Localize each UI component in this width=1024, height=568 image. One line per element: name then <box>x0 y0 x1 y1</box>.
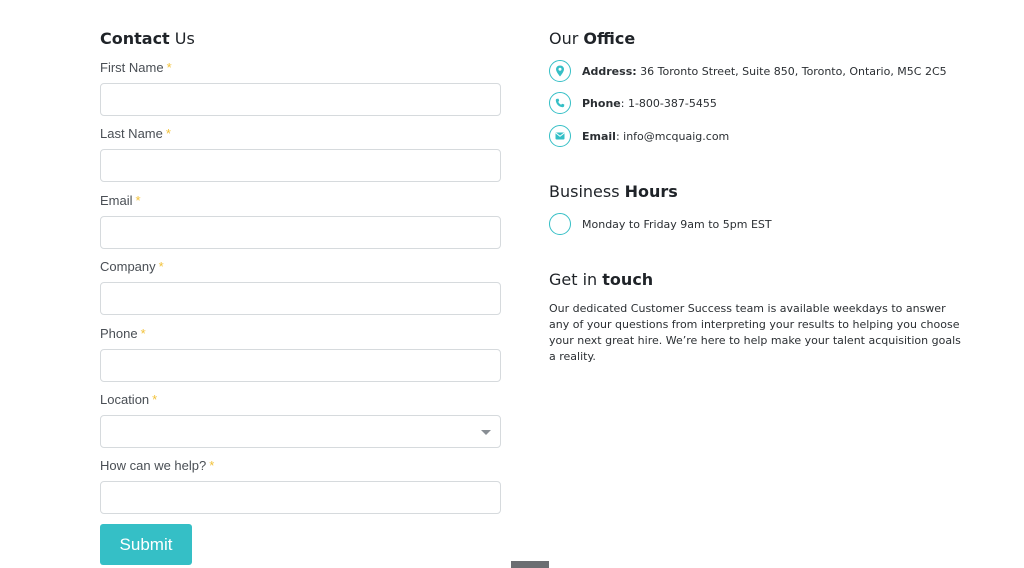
touch-title-prefix: Get in <box>549 270 603 289</box>
hours-title: Business Hours <box>549 181 678 203</box>
email-value: : info@mcquaig.com <box>615 129 730 143</box>
email-label: Email * <box>100 193 501 209</box>
phone-input[interactable] <box>100 349 501 382</box>
phone-label: Phone * <box>100 326 501 342</box>
required-asterisk: * <box>166 60 172 75</box>
form-title-rest: Us <box>169 29 195 48</box>
required-asterisk: * <box>140 326 146 341</box>
contact-form: Contact Us First Name * Last Name * Email *… <box>100 28 501 565</box>
hours-title-prefix: Business <box>549 182 625 201</box>
phone-label-text: Phone <box>100 326 138 341</box>
office-title-bold: Office <box>583 29 636 48</box>
touch-title-bold: touch <box>602 270 654 289</box>
first-name-field: First Name * <box>100 60 501 116</box>
office-title-prefix: Our <box>549 29 584 48</box>
clock-icon <box>549 213 571 235</box>
form-title-bold: Contact <box>100 29 170 48</box>
phone-row: Phone: 1-800-387-5455 <box>549 91 717 115</box>
last-name-label: Last Name * <box>100 126 501 142</box>
phone-label: Phone <box>582 96 621 110</box>
hours-title-bold: Hours <box>624 182 678 201</box>
help-label: How can we help? * <box>100 458 501 474</box>
email-field: Email * <box>100 193 501 249</box>
email-label: Email <box>582 129 616 143</box>
email-text: Email: info@mcquaig.com <box>582 130 729 143</box>
address-row: Address: 36 Toronto Street, Suite 850, T… <box>549 59 947 83</box>
help-label-text: How can we help? <box>100 458 207 473</box>
touch-description: Our dedicated Customer Success team is a… <box>549 302 961 363</box>
email-row: Email: info@mcquaig.com <box>549 124 729 148</box>
required-asterisk: * <box>158 259 164 274</box>
last-name-label-text: Last Name <box>100 126 163 141</box>
location-label: Location * <box>100 392 501 408</box>
help-field: How can we help? * <box>100 458 501 514</box>
last-name-input[interactable] <box>100 149 501 182</box>
email-label-text: Email <box>100 193 133 208</box>
address-value: 36 Toronto Street, Suite 850, Toronto, O… <box>636 64 947 78</box>
company-label-text: Company <box>100 259 156 274</box>
first-name-input[interactable] <box>100 83 501 116</box>
required-asterisk: * <box>165 126 171 141</box>
email-input[interactable] <box>100 216 501 249</box>
location-select[interactable] <box>100 415 501 448</box>
contact-page: Contact Us First Name * Last Name * Email *… <box>0 0 1024 568</box>
required-asterisk: * <box>135 193 141 208</box>
company-label: Company * <box>100 259 501 275</box>
required-asterisk: * <box>152 392 158 407</box>
map-pin-icon <box>549 60 571 82</box>
first-name-label: First Name * <box>100 60 501 76</box>
phone-value: : 1-800-387-5455 <box>620 96 717 110</box>
touch-title: Get in touch <box>549 269 653 291</box>
location-field: Location * <box>100 392 501 448</box>
form-title: Contact Us <box>100 28 501 50</box>
help-input[interactable] <box>100 481 501 514</box>
company-field: Company * <box>100 259 501 315</box>
address-text: Address: 36 Toronto Street, Suite 850, T… <box>582 65 947 78</box>
required-asterisk: * <box>209 458 215 473</box>
chevron-down-icon <box>481 430 491 435</box>
phone-text: Phone: 1-800-387-5455 <box>582 97 717 110</box>
hours-text: Monday to Friday 9am to 5pm EST <box>582 217 772 231</box>
scroll-to-top-tab[interactable] <box>511 561 549 568</box>
phone-icon <box>549 92 571 114</box>
phone-field: Phone * <box>100 326 501 382</box>
hours-row: Monday to Friday 9am to 5pm EST <box>549 212 772 236</box>
last-name-field: Last Name * <box>100 126 501 182</box>
first-name-label-text: First Name <box>100 60 164 75</box>
company-input[interactable] <box>100 282 501 315</box>
address-label: Address: <box>582 64 637 78</box>
envelope-icon <box>549 125 571 147</box>
office-title: Our Office <box>549 28 635 50</box>
location-label-text: Location <box>100 392 150 407</box>
submit-button[interactable]: Submit <box>100 524 192 565</box>
